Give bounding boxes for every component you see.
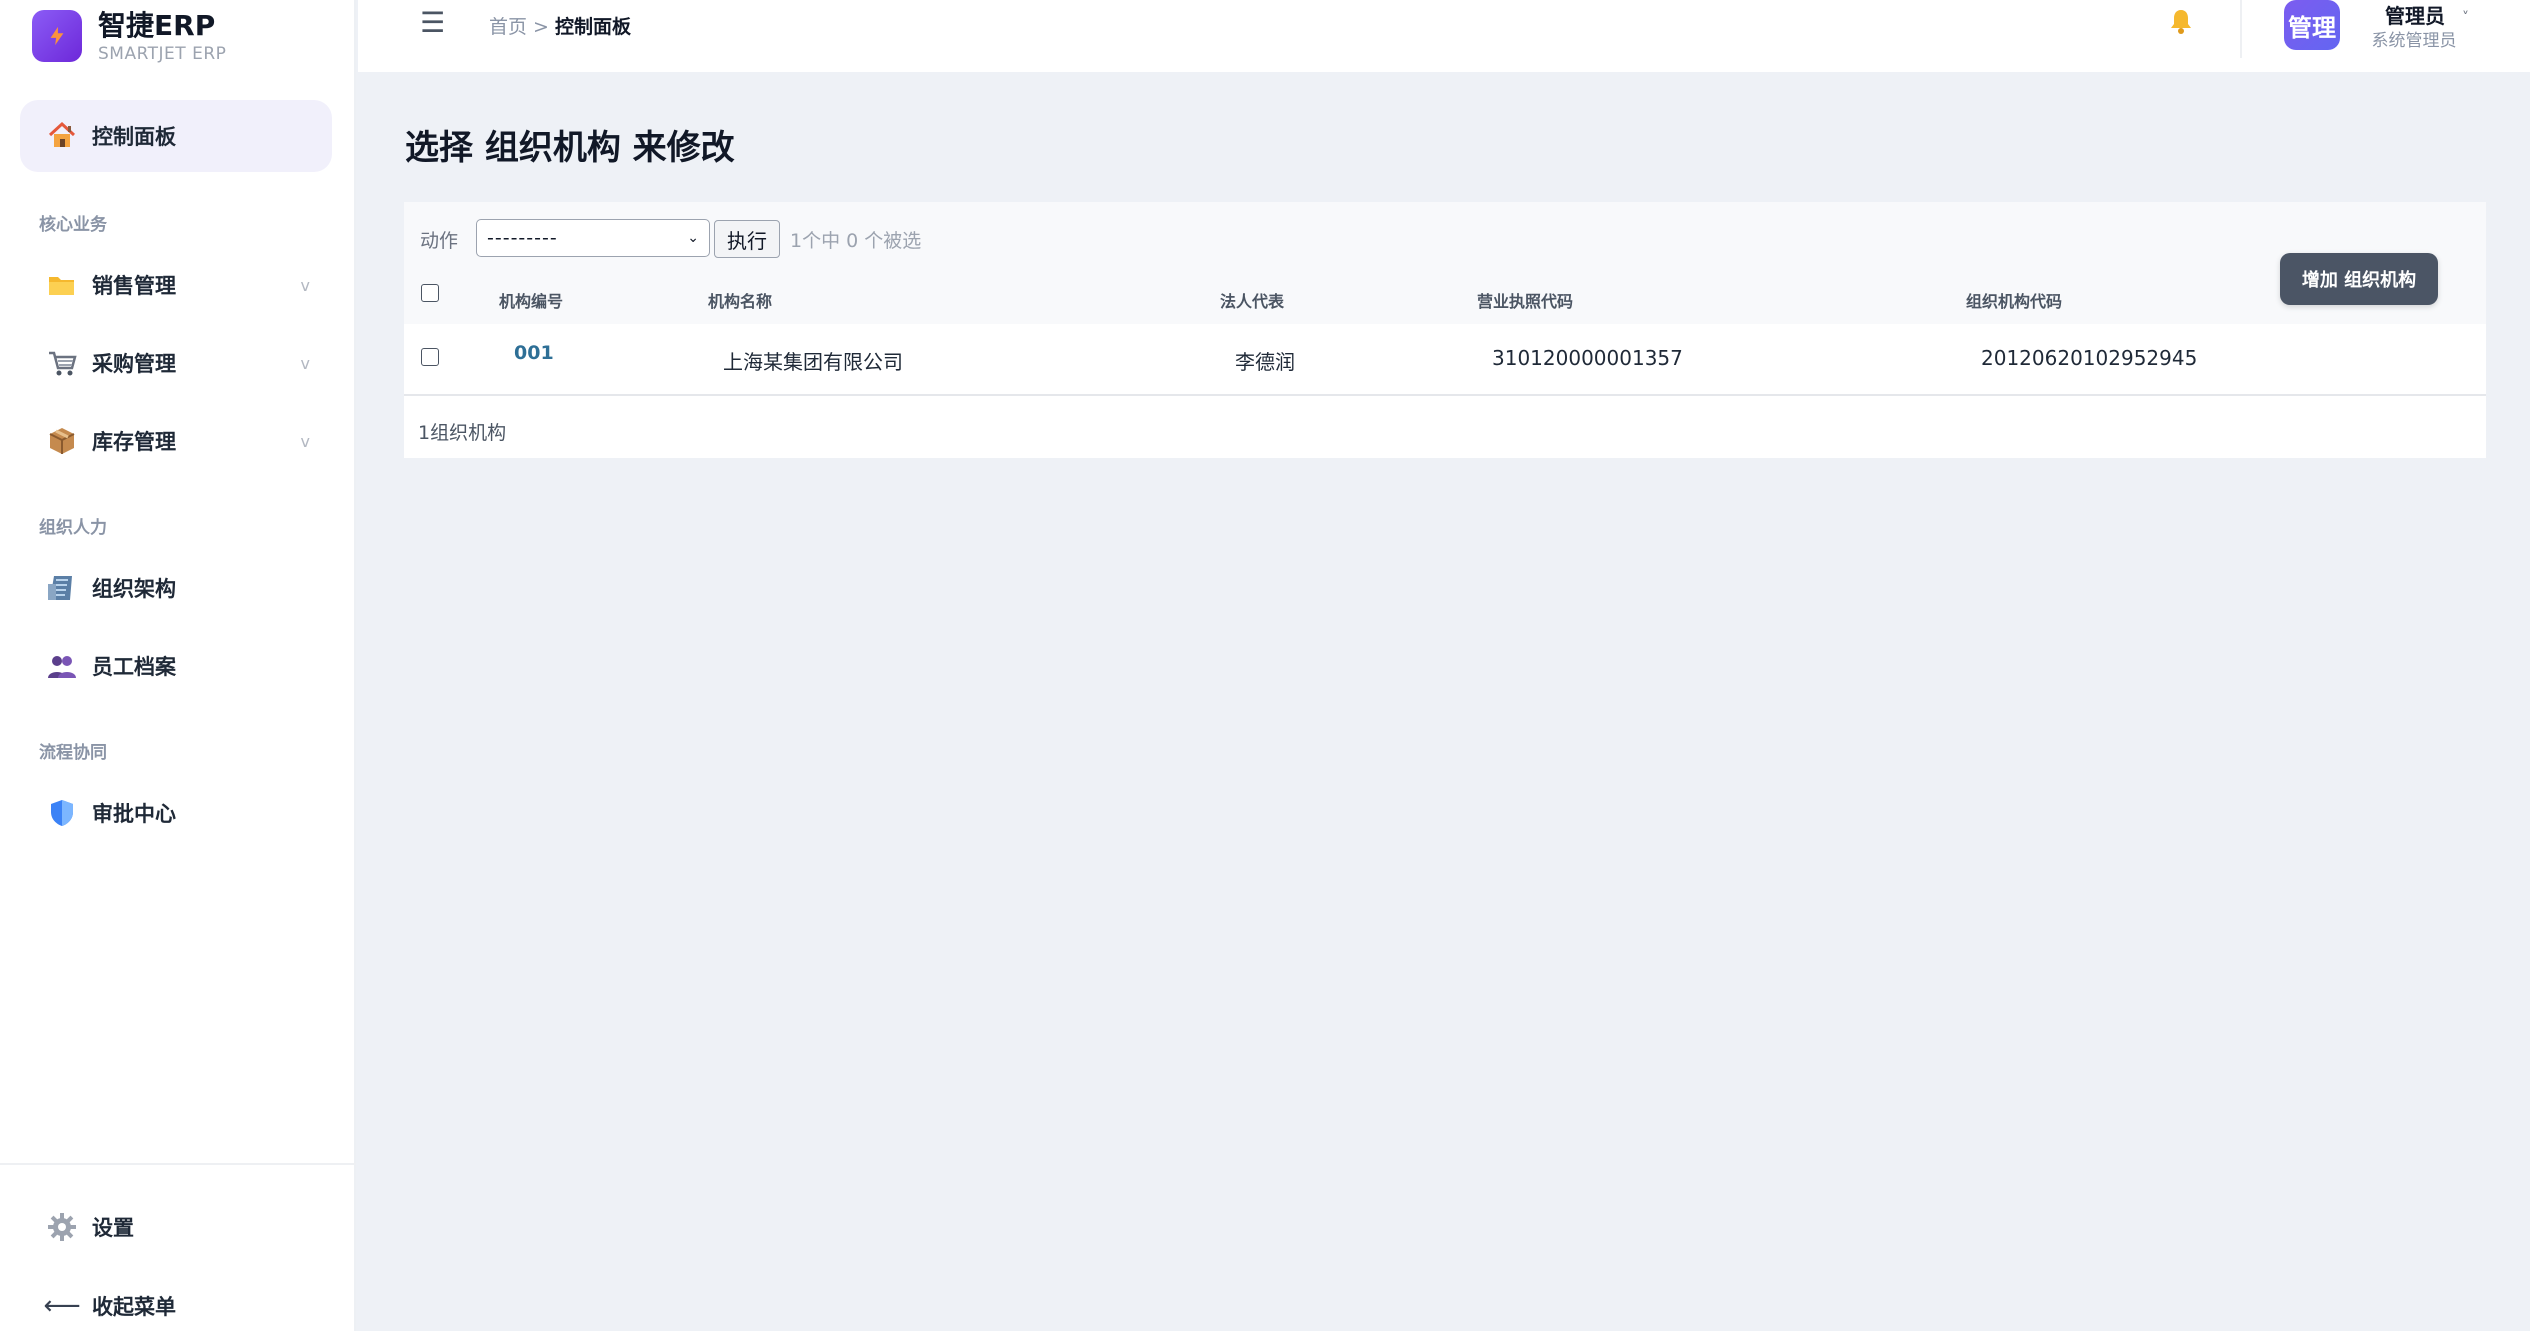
action-select-value: --------- (487, 227, 558, 249)
chevron-down-icon: v (300, 275, 310, 295)
column-header-legal-rep[interactable]: 法人代表 (1220, 288, 1284, 312)
select-all-checkbox[interactable] (421, 284, 439, 302)
sidebar-item-dashboard[interactable]: 控制面板 (20, 100, 332, 172)
actions-label: 动作 (420, 230, 459, 252)
avatar[interactable]: 管理 (2284, 0, 2340, 50)
brand-subtitle: SMARTJET ERP (98, 44, 227, 64)
building-icon (46, 572, 78, 604)
shield-icon (46, 797, 78, 829)
people-icon (46, 650, 78, 682)
menu-icon[interactable]: ☰ (420, 6, 445, 39)
page-title: 选择 组织机构 来修改 (405, 128, 735, 168)
arrow-left-icon: ⟵ (43, 1291, 81, 1321)
table-footer: 1组织机构 (404, 398, 2486, 458)
changelist-card: 动作 --------- ⌄ 执行 1个中 0 个被选 机构编号 机构名称 法人… (404, 202, 2486, 458)
result-count: 1组织机构 (418, 422, 507, 444)
run-action-button[interactable]: 执行 (714, 220, 780, 258)
table-header: 机构编号 机构名称 法人代表 营业执照代码 组织机构代码 (404, 270, 2486, 324)
breadcrumb-home[interactable]: 首页 (489, 16, 527, 38)
row-org-code: 20120620102952945 (1981, 346, 2198, 370)
topbar-divider (2240, 0, 2242, 58)
sidebar: 智捷ERP SMARTJET ERP 控制面板 核心业务 销售管理 v 采购管理… (0, 0, 356, 1331)
collapse-menu-label: 收起菜单 (92, 1295, 176, 1319)
row-name: 上海某集团有限公司 (723, 350, 903, 374)
action-select[interactable]: --------- ⌄ (476, 219, 710, 257)
house-icon (46, 120, 78, 152)
selection-count: 1个中 0 个被选 (790, 230, 922, 252)
table-row: 001 上海某集团有限公司 李德润 310120000001357 201206… (404, 324, 2486, 396)
user-menu-caret-icon[interactable]: ˅ (2462, 10, 2469, 26)
sidebar-item-settings[interactable]: 设置 (20, 1191, 332, 1263)
chevron-down-icon: v (300, 431, 310, 451)
bell-icon[interactable] (2166, 6, 2196, 36)
folder-icon (46, 269, 78, 301)
row-code-link[interactable]: 001 (514, 342, 554, 364)
collapse-menu-button[interactable]: ⟵ 收起菜单 (20, 1270, 332, 1331)
sidebar-item-purchase[interactable]: 采购管理 v (20, 327, 332, 399)
section-title-hr: 组织人力 (39, 518, 107, 538)
section-title-core: 核心业务 (39, 215, 107, 235)
section-title-workflow: 流程协同 (39, 743, 107, 763)
brand-name: 智捷ERP (98, 9, 216, 42)
chevron-down-icon: ⌄ (687, 230, 699, 246)
sidebar-item-sales[interactable]: 销售管理 v (20, 249, 332, 321)
sidebar-item-label: 员工档案 (92, 655, 176, 679)
sidebar-item-approval[interactable]: 审批中心 (20, 777, 332, 849)
sidebar-item-label: 库存管理 (92, 430, 176, 454)
column-header-code[interactable]: 机构编号 (499, 288, 563, 312)
package-icon (46, 425, 78, 457)
sidebar-item-label: 组织架构 (92, 577, 176, 601)
user-name: 管理员 (2385, 4, 2445, 28)
column-header-org-code[interactable]: 组织机构代码 (1966, 288, 2062, 312)
breadcrumb: 首页 > 控制面板 (489, 12, 631, 39)
actions-bar: 动作 --------- ⌄ 执行 1个中 0 个被选 (404, 202, 2486, 270)
shopping-cart-icon (46, 347, 78, 379)
sidebar-item-label: 审批中心 (92, 802, 176, 826)
column-header-name[interactable]: 机构名称 (708, 288, 772, 312)
breadcrumb-current: 控制面板 (554, 16, 631, 38)
sidebar-item-employees[interactable]: 员工档案 (20, 630, 332, 702)
row-legal-rep: 李德润 (1235, 350, 1295, 374)
row-checkbox[interactable] (421, 348, 439, 366)
gear-icon (46, 1211, 78, 1243)
sidebar-item-label: 控制面板 (92, 125, 176, 149)
lightning-logo-icon (32, 10, 82, 62)
sidebar-item-inventory[interactable]: 库存管理 v (20, 405, 332, 477)
row-license-code: 310120000001357 (1492, 346, 1683, 370)
add-organization-button[interactable]: 增加 组织机构 (2280, 253, 2438, 305)
column-header-license-code[interactable]: 营业执照代码 (1477, 288, 1573, 312)
sidebar-divider (0, 1163, 356, 1165)
chevron-down-icon: v (300, 353, 310, 373)
sidebar-item-label: 销售管理 (92, 274, 176, 298)
sidebar-item-label: 采购管理 (92, 352, 176, 376)
user-role: 系统管理员 (2371, 31, 2457, 51)
sidebar-item-org[interactable]: 组织架构 (20, 552, 332, 624)
sidebar-item-label: 设置 (92, 1216, 134, 1240)
topbar: ☰ 首页 > 控制面板 管理 管理员 系统管理员 ˅ (358, 0, 2530, 72)
breadcrumb-separator: > (533, 16, 549, 38)
